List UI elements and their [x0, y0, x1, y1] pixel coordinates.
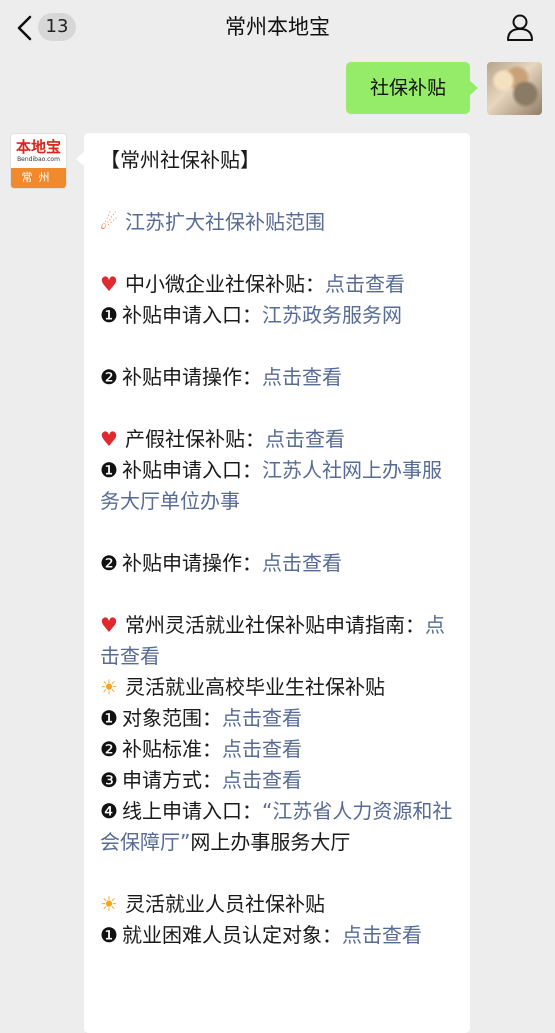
- hardship-row: ❶ 就业困难人员认定对象：点击查看: [100, 920, 456, 951]
- online-label: 线上申请入口：: [122, 799, 262, 823]
- maternity-op-label: 补贴申请操作：: [122, 551, 262, 575]
- bullet-4: ❹: [100, 799, 118, 823]
- bullet-1: ❶: [100, 923, 118, 947]
- sme-op-link[interactable]: 点击查看: [262, 365, 342, 389]
- bullet-2: ❷: [100, 365, 118, 389]
- logo-text: 本地宝: [15, 138, 61, 156]
- graduates-label: 灵活就业高校毕业生社保补贴: [125, 675, 385, 699]
- heart-icon: ♥: [100, 427, 118, 451]
- heart-icon: ♥: [100, 272, 118, 296]
- online-suffix: 网上办事服务大厅: [190, 830, 351, 854]
- method-link[interactable]: 点击查看: [222, 768, 302, 792]
- sme-op-row: ❷ 补贴申请操作：点击查看: [100, 362, 456, 393]
- chat-title: 常州本地宝: [225, 15, 330, 39]
- navigation-bar: 13 常州本地宝: [0, 0, 555, 56]
- sme-entry-link[interactable]: 江苏政务服务网: [262, 303, 402, 327]
- maternity-link[interactable]: 点击查看: [265, 427, 345, 451]
- graduates-scope-row: ❶ 对象范围：点击查看: [100, 703, 456, 734]
- method-label: 申请方式：: [122, 768, 222, 792]
- sun-icon: ☀: [100, 892, 118, 916]
- maternity-entry-row: ❶ 补贴申请入口：江苏人社网上办事服务大厅单位办事: [100, 455, 456, 517]
- sme-link[interactable]: 点击查看: [325, 272, 405, 296]
- reply-heading: 【常州社保补贴】: [100, 148, 260, 172]
- sme-entry-row: ❶ 补贴申请入口：江苏政务服务网: [100, 300, 456, 331]
- reply-message-bubble: 【常州社保补贴】 ☄ 江苏扩大社保补贴范围 ♥ 中小微企业社保补贴：点击查看 ❶ 补贴…: [76, 133, 470, 1033]
- maternity-entry-label: 补贴申请入口：: [122, 458, 262, 482]
- graduates-online-row: ❹ 线上申请入口：“江苏省人力资源和社会保障厅”网上办事服务大厅: [100, 796, 456, 858]
- flexible-guide-label: 常州灵活就业社保补贴申请指南：: [125, 613, 425, 637]
- maternity-op-link[interactable]: 点击查看: [262, 551, 342, 575]
- graduates-standard-row: ❷ 补贴标准：点击查看: [100, 734, 456, 765]
- profile-icon[interactable]: [505, 12, 535, 42]
- flexible-guide-row: ♥ 常州灵活就业社保补贴申请指南：点击查看: [100, 610, 456, 672]
- sme-row: ♥ 中小微企业社保补贴：点击查看: [100, 269, 456, 300]
- sme-label: 中小微企业社保补贴：: [125, 272, 325, 296]
- heart-icon: ♥: [100, 613, 118, 637]
- flexible-staff-row: ☀ 灵活就业人员社保补贴: [100, 889, 456, 920]
- flexible-staff-label: 灵活就业人员社保补贴: [125, 892, 325, 916]
- bullet-3: ❸: [100, 768, 118, 792]
- graduates-row: ☀ 灵活就业高校毕业生社保补贴: [100, 672, 456, 703]
- bullet-1: ❶: [100, 303, 118, 327]
- maternity-label: 产假社保补贴：: [125, 427, 265, 451]
- logo-subtext: Bendibao.com: [17, 156, 60, 163]
- maternity-row: ♥ 产假社保补贴：点击查看: [100, 424, 456, 455]
- account-avatar[interactable]: 本地宝 Bendibao.com 常州: [10, 133, 67, 189]
- scope-link[interactable]: 点击查看: [222, 706, 302, 730]
- sme-entry-label: 补贴申请入口：: [122, 303, 262, 327]
- expand-subsidy-row: ☄ 江苏扩大社保补贴范围: [100, 207, 456, 238]
- expand-subsidy-link[interactable]: 江苏扩大社保补贴范围: [125, 210, 325, 234]
- scope-label: 对象范围：: [122, 706, 222, 730]
- maternity-op-row: ❷ 补贴申请操作：点击查看: [100, 548, 456, 579]
- hardship-link[interactable]: 点击查看: [342, 923, 422, 947]
- graduates-method-row: ❸ 申请方式：点击查看: [100, 765, 456, 796]
- bullet-1: ❶: [100, 706, 118, 730]
- bullet-2: ❷: [100, 737, 118, 761]
- my-avatar[interactable]: [487, 62, 542, 115]
- logo-city: 常州: [11, 168, 66, 188]
- fire-icon: ☄: [100, 210, 118, 234]
- my-message-bubble[interactable]: 社保补贴: [346, 62, 478, 114]
- standard-label: 补贴标准：: [122, 737, 222, 761]
- hardship-label: 就业困难人员认定对象：: [122, 923, 342, 947]
- bullet-2: ❷: [100, 551, 118, 575]
- bullet-1: ❶: [100, 458, 118, 482]
- standard-link[interactable]: 点击查看: [222, 737, 302, 761]
- sun-icon: ☀: [100, 675, 118, 699]
- sme-op-label: 补贴申请操作：: [122, 365, 262, 389]
